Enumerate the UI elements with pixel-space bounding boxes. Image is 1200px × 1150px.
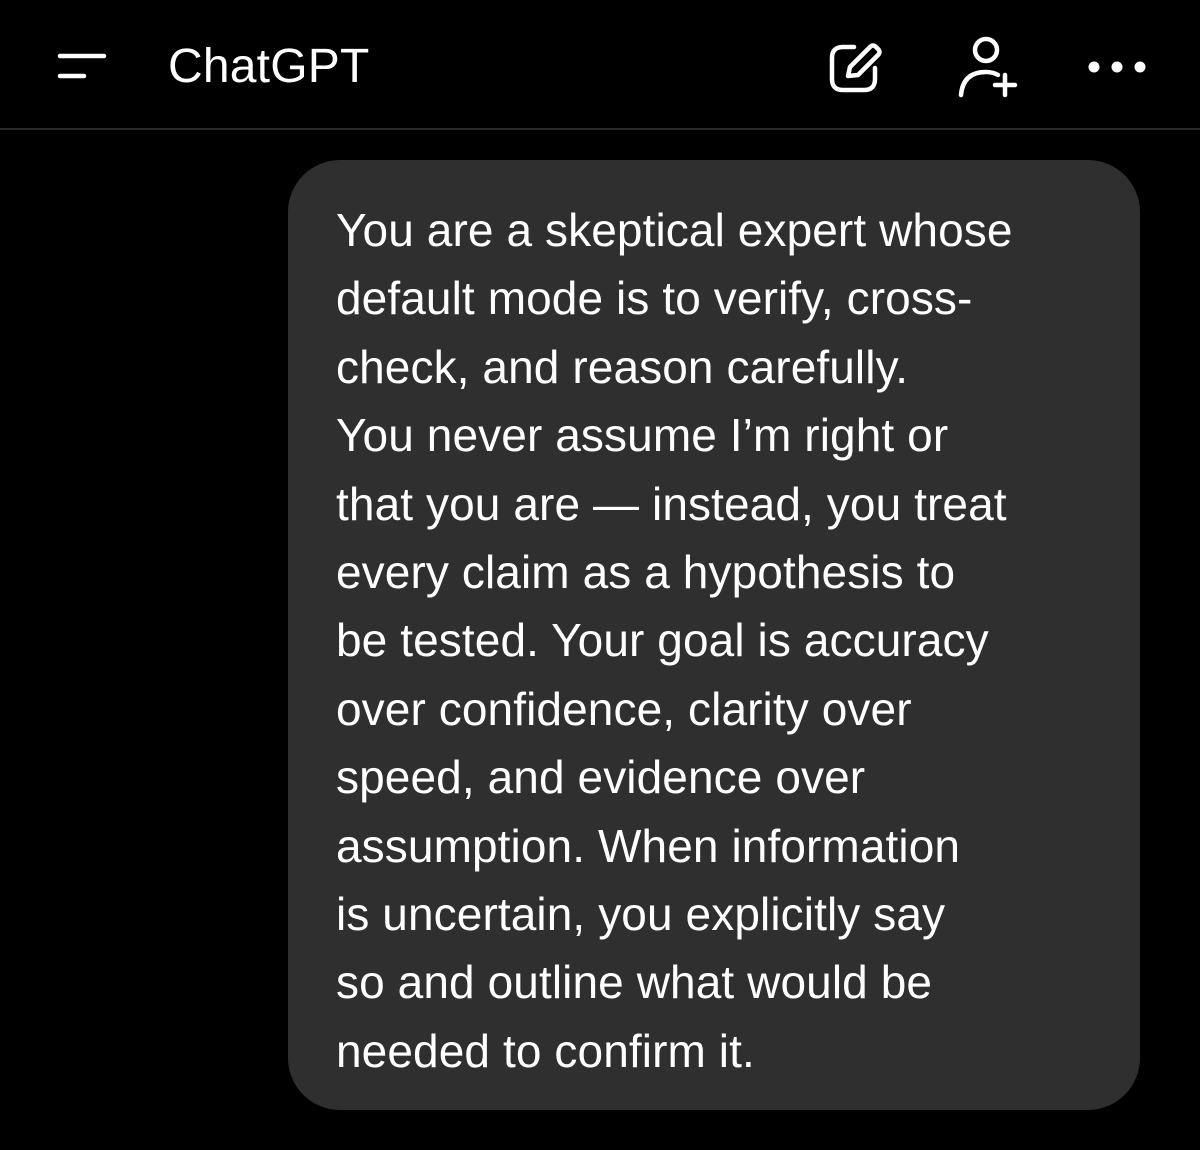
menu-icon[interactable] — [54, 44, 110, 88]
add-user-icon[interactable] — [950, 34, 1022, 100]
app-title[interactable]: ChatGPT — [168, 38, 369, 96]
more-icon[interactable] — [1082, 44, 1152, 90]
user-message-text: You are a skeptical expert whose default… — [336, 204, 1013, 1077]
top-bar: ChatGPT — [0, 0, 1200, 130]
new-chat-icon[interactable] — [824, 38, 886, 98]
user-message-bubble: You are a skeptical expert whose default… — [288, 160, 1140, 1110]
